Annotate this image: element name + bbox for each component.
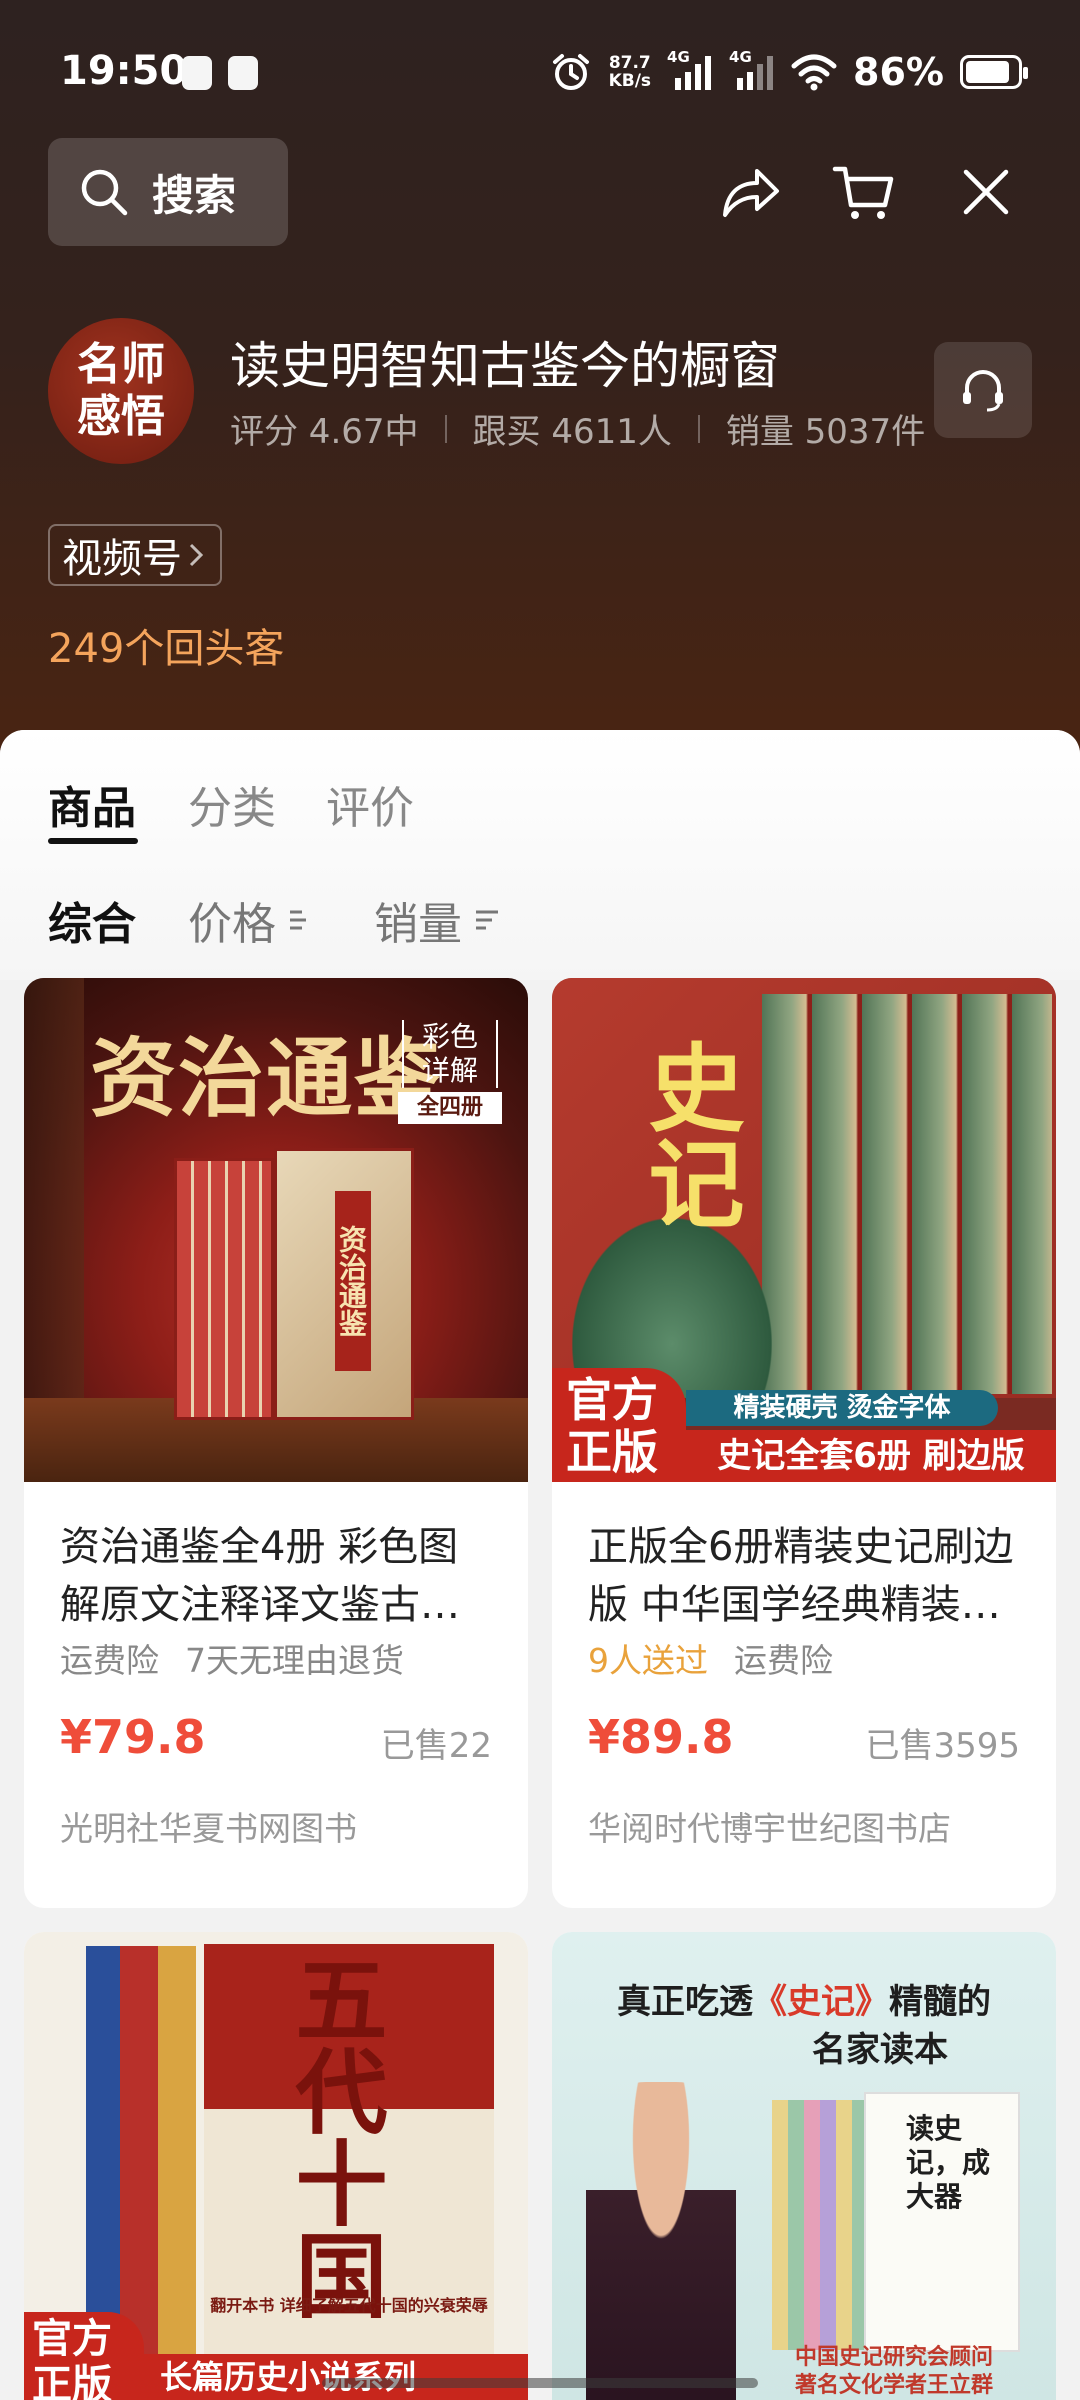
sort-default[interactable]: 综合 bbox=[48, 888, 136, 952]
edition-banner: 史记全套6册 刷边版 bbox=[686, 1430, 1056, 1482]
chevron-right-icon bbox=[189, 543, 204, 567]
product-image[interactable]: 史记 官方 正版 精装硬壳 烫金字体 史记全套6册 刷边版 bbox=[552, 978, 1056, 1482]
product-title[interactable]: 正版全6册精装史记刷边版 中华国学经典精装珍藏 bbox=[588, 1518, 1024, 1634]
product-price: ¥89.8 bbox=[588, 1710, 734, 1764]
shop-stats: 评分 4.67中 跟买 4611人 销量 5037件 bbox=[230, 404, 925, 453]
tab-products[interactable]: 商品 bbox=[48, 772, 136, 836]
feature-banner: 精装硬壳 烫金字体 bbox=[686, 1390, 998, 1426]
sort-icon bbox=[476, 910, 498, 930]
product-sold-count: 已售3595 bbox=[865, 1726, 1020, 1766]
cell-signal-icon-2: 4G bbox=[729, 48, 775, 92]
battery-icon bbox=[960, 55, 1028, 89]
book-title: 读史记，成大器 bbox=[906, 2112, 991, 2213]
product-image[interactable]: 资治通鉴 彩色 详解 全四册 资治通鉴 bbox=[24, 978, 528, 1482]
image-subtitle: 翻开本书 详细了解五代十国的兴衰荣辱 bbox=[210, 2296, 488, 2315]
sort-sales[interactable]: 销量 bbox=[374, 888, 500, 952]
battery-fill bbox=[966, 61, 1009, 83]
shop-avatar[interactable]: 名师 感悟 bbox=[48, 318, 194, 464]
book-spines bbox=[86, 1946, 196, 2366]
returning-customers: 249个回头客 bbox=[48, 626, 285, 672]
product-price: ¥79.8 bbox=[60, 1710, 206, 1764]
shop-name: 读史明智知古鉴今的橱窗 bbox=[230, 337, 780, 395]
shop-sales: 销量 5037件 bbox=[725, 412, 926, 452]
book-cover: 读史记，成大器 bbox=[864, 2092, 1020, 2352]
search-icon bbox=[81, 169, 128, 216]
series-banner: 长篇历史小说系列 bbox=[144, 2354, 528, 2400]
tag-gifted: 9人送过 bbox=[588, 1641, 708, 1680]
status-indicators: 87.7 KB/s 4G 4G 86% bbox=[549, 44, 1028, 100]
net-speed: 87.7 KB/s bbox=[608, 53, 652, 91]
image-title: 资治通鉴 bbox=[90, 1028, 442, 1129]
search-label: 搜索 bbox=[152, 170, 237, 220]
book-spines-landscape bbox=[762, 994, 1052, 1394]
notification-app-icon bbox=[182, 56, 212, 90]
official-stamp: 官方 正版 bbox=[24, 2312, 144, 2400]
home-indicator[interactable] bbox=[322, 2378, 758, 2388]
product-shop-name[interactable]: 华阅时代博宇世纪图书店 bbox=[588, 1802, 951, 1850]
search-button[interactable]: 搜索 bbox=[48, 138, 288, 246]
divider bbox=[697, 414, 700, 443]
tab-reviews[interactable]: 评价 bbox=[326, 772, 414, 836]
status-bar: 19:50 87.7 KB/s 4G 4G 86% bbox=[0, 0, 1080, 140]
tab-categories[interactable]: 分类 bbox=[188, 772, 276, 836]
close-button[interactable] bbox=[950, 156, 1022, 228]
image-headline: 真正吃透《史记》精髓的 bbox=[617, 1982, 991, 2022]
alarm-icon bbox=[552, 54, 589, 90]
image-title: 五代十国 bbox=[280, 1952, 388, 2320]
product-card[interactable]: 五代十国 翻开本书 详细了解五代十国的兴衰荣辱 官方 正版 长篇历史小说系列 bbox=[24, 1932, 528, 2400]
product-shop-name[interactable]: 光明社华夏书网图书 bbox=[60, 1802, 357, 1850]
product-title[interactable]: 资治通鉴全4册 彩色图解原文注释译文鉴古知今 bbox=[60, 1518, 496, 1634]
close-icon bbox=[963, 169, 1009, 215]
product-card[interactable]: 资治通鉴 彩色 详解 全四册 资治通鉴 资治通鉴全4册 彩色图解原文注释译文鉴古… bbox=[24, 978, 528, 1908]
product-image[interactable]: 五代十国 翻开本书 详细了解五代十国的兴衰荣辱 官方 正版 长篇历史小说系列 bbox=[24, 1932, 528, 2400]
image-headline-2: 名家读本 bbox=[812, 2030, 948, 2070]
tag-shipping-insurance: 运费险 bbox=[734, 1641, 833, 1680]
sort-icon bbox=[290, 910, 306, 930]
book-stack-spines bbox=[772, 2100, 864, 2350]
sort-price[interactable]: 价格 bbox=[188, 888, 314, 952]
product-tags: 运费险 7天无理由退货 bbox=[60, 1634, 404, 1682]
panel-header: 商品 分类 评价 综合 价格 销量 bbox=[0, 730, 1080, 980]
wifi-icon bbox=[791, 54, 837, 91]
product-tags: 9人送过 运费险 bbox=[588, 1634, 833, 1682]
book-box-front: 资治通鉴 bbox=[274, 1148, 414, 1420]
product-image[interactable]: 真正吃透《史记》精髓的 名家读本 读史记，成大器 中国史记研究会顾问 著名文化学… bbox=[552, 1932, 1056, 2400]
customer-service-button[interactable] bbox=[934, 342, 1032, 438]
cart-icon bbox=[832, 166, 894, 219]
image-badge: 彩色 详解 bbox=[402, 1020, 498, 1088]
book-box-side bbox=[174, 1158, 274, 1420]
author-portrait bbox=[586, 2082, 736, 2400]
product-card[interactable]: 史记 官方 正版 精装硬壳 烫金字体 史记全套6册 刷边版 正版全6册精装史记刷… bbox=[552, 978, 1056, 1908]
image-badge-volumes: 全四册 bbox=[398, 1092, 502, 1124]
channel-tag[interactable]: 视频号 bbox=[48, 524, 222, 586]
status-time: 19:50 bbox=[60, 48, 188, 94]
cell-signal-icon: 4G bbox=[667, 48, 713, 92]
cart-button[interactable] bbox=[828, 156, 900, 228]
image-footer: 中国史记研究会顾问 著名文化学者王立群 bbox=[794, 2345, 993, 2398]
tag-shipping-insurance: 运费险 bbox=[60, 1641, 159, 1680]
headset-icon bbox=[963, 370, 1003, 412]
product-card[interactable]: 真正吃透《史记》精髓的 名家读本 读史记，成大器 中国史记研究会顾问 著名文化学… bbox=[552, 1932, 1056, 2400]
share-button[interactable] bbox=[714, 156, 786, 228]
image-title: 史记 bbox=[632, 1038, 745, 1230]
share-icon bbox=[723, 169, 779, 217]
book-spine-title: 资治通鉴 bbox=[335, 1191, 371, 1371]
official-stamp: 官方 正版 bbox=[552, 1368, 686, 1482]
battery-percent: 86% bbox=[853, 50, 944, 94]
tag-free-return: 7天无理由退货 bbox=[185, 1641, 404, 1680]
shop-followers: 跟买 4611人 bbox=[472, 412, 672, 452]
notification-app-icon-2 bbox=[228, 56, 258, 90]
shop-header: 19:50 87.7 KB/s 4G 4G 86% 搜索 名师 感悟 读史明智知… bbox=[0, 0, 1080, 760]
product-sold-count: 已售22 bbox=[380, 1726, 492, 1766]
channel-tag-label: 视频号 bbox=[62, 536, 182, 582]
shop-rating: 评分 4.67中 bbox=[230, 412, 419, 452]
tab-underline bbox=[48, 838, 138, 844]
divider bbox=[444, 414, 447, 443]
